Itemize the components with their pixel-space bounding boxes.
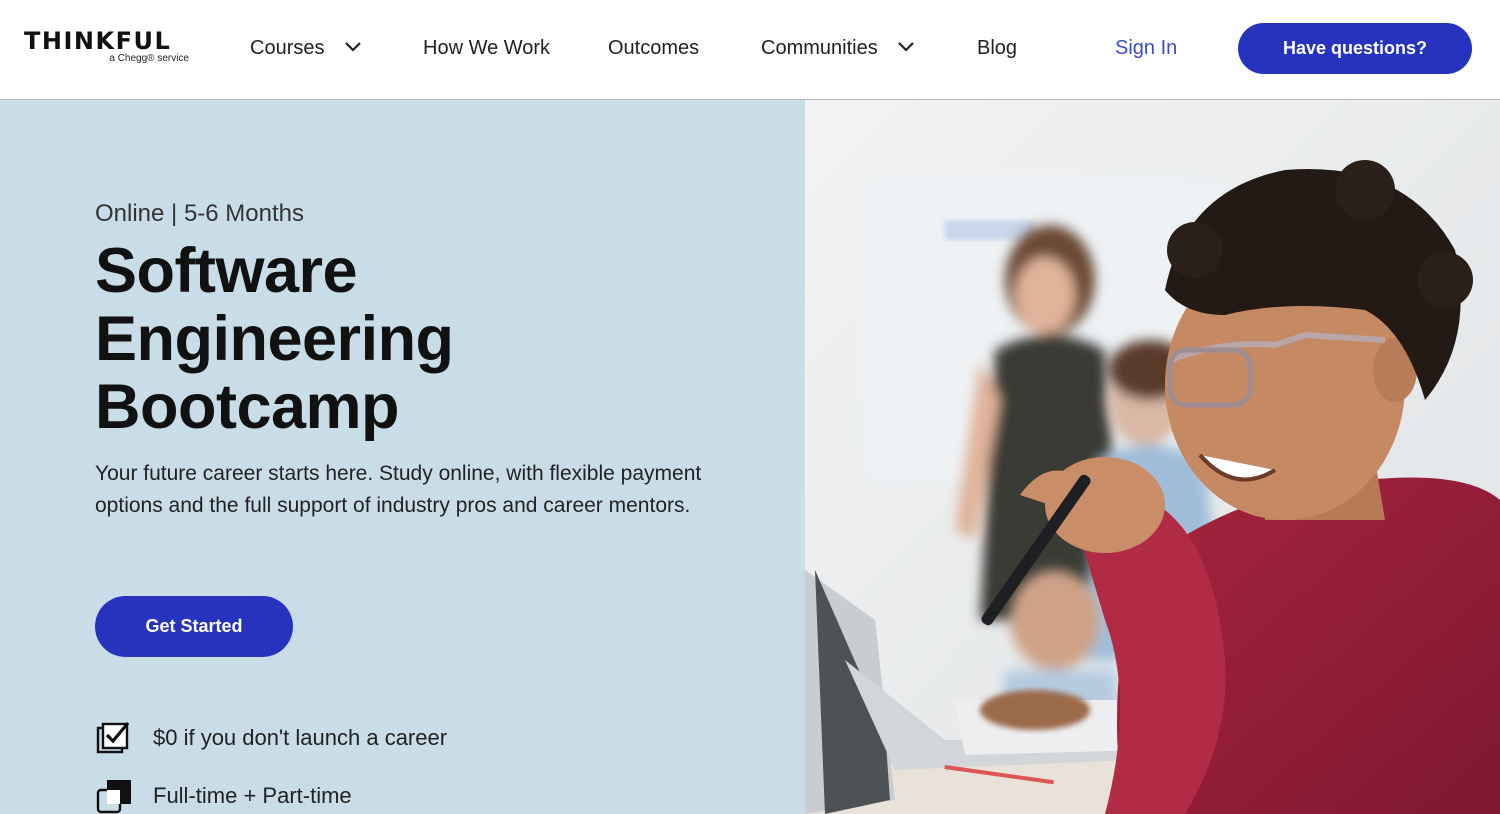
page-title: Software Engineering Bootcamp	[95, 237, 715, 441]
get-started-button[interactable]: Get Started	[95, 596, 293, 657]
nav-communities[interactable]: Communities	[761, 36, 915, 60]
hero-description: Your future career starts here. Study on…	[95, 462, 702, 517]
nav-courses-label: Courses	[250, 37, 325, 59]
sign-in-link[interactable]: Sign In	[1115, 36, 1177, 60]
nav-how-we-work-label: How We Work	[423, 37, 551, 59]
feature-item: Full-time + Part-time	[95, 776, 352, 814]
title-line: Software	[95, 236, 358, 306]
nav-courses[interactable]: Courses	[250, 36, 362, 60]
nav-outcomes-label: Outcomes	[608, 37, 700, 59]
feature-text: Full-time + Part-time	[153, 783, 352, 808]
student-laughing-illustration	[805, 100, 1500, 814]
nav-outcomes[interactable]: Outcomes	[608, 36, 699, 60]
feature-text: $0 if you don't launch a career	[153, 725, 448, 750]
nav-how-we-work[interactable]: How We Work	[423, 36, 550, 60]
site-header: THINKFUL a Chegg® service Courses How We…	[0, 0, 1500, 100]
nav-blog-label: Blog	[977, 37, 1018, 59]
checkbox-check-icon	[96, 721, 130, 754]
hero-photo	[805, 100, 1500, 814]
thinkful-logo[interactable]: THINKFUL a Chegg® service	[24, 28, 194, 70]
overlapping-squares-icon	[96, 780, 131, 814]
nav-blog[interactable]: Blog	[977, 36, 1017, 60]
program-format: Online | 5-6 Months	[95, 200, 305, 227]
feature-item: $0 if you don't launch a career	[95, 718, 447, 758]
title-line: Bootcamp	[95, 372, 400, 442]
nav-communities-label: Communities	[761, 37, 878, 59]
chevron-down-icon	[898, 41, 915, 52]
title-line: Engineering	[95, 304, 454, 374]
chevron-down-icon	[345, 41, 361, 52]
logo-wordmark: THINKFUL	[24, 27, 172, 55]
have-questions-button[interactable]: Have questions?	[1238, 23, 1472, 74]
